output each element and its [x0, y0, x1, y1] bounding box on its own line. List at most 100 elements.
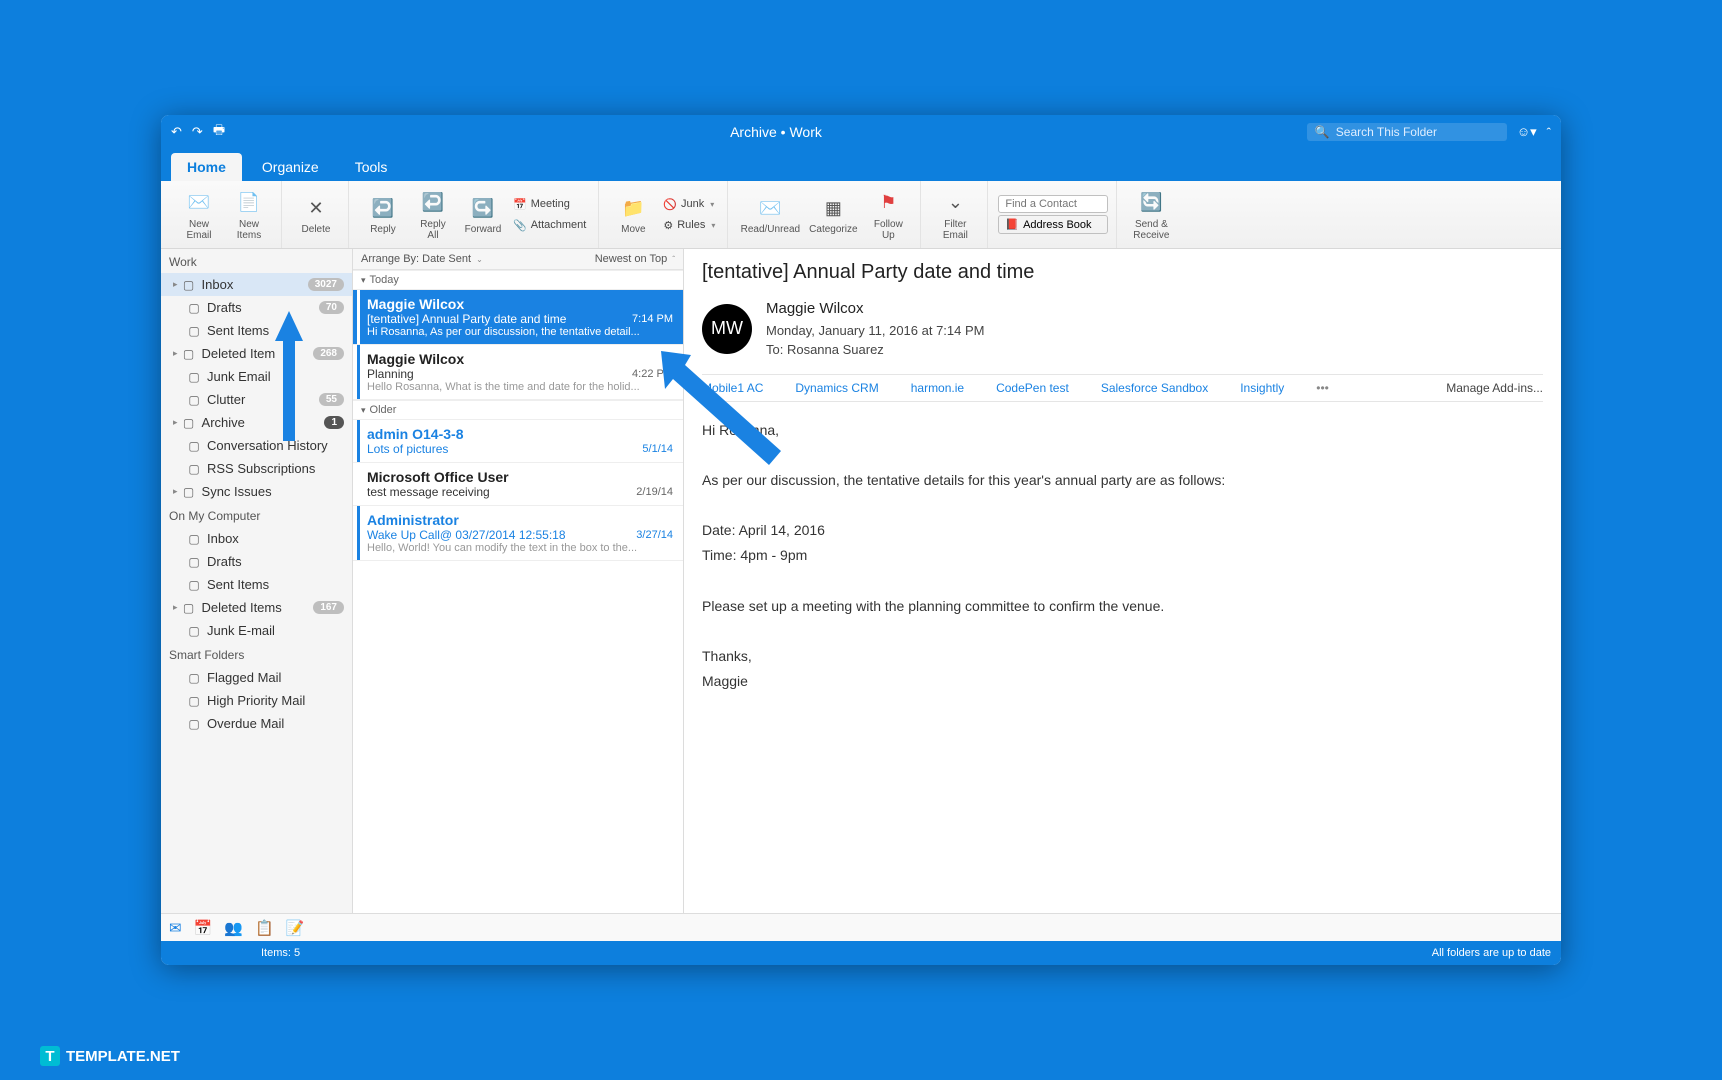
body-line: Please set up a meeting with the plannin… [702, 594, 1543, 619]
sidebar-item[interactable]: ▢Conversation History [161, 434, 352, 457]
calendar-view-icon[interactable]: 📅 [194, 919, 213, 937]
attachment-button[interactable]: 📎Attachment [509, 217, 590, 234]
sidebar-item[interactable]: ▸▢Archive1 [161, 411, 352, 434]
rules-button[interactable]: ⚙Rules▾ [659, 217, 719, 234]
delete-button[interactable]: ✕ Delete [292, 181, 340, 248]
sidebar-item[interactable]: ▢Inbox [161, 527, 352, 550]
follow-up-label: Follow Up [874, 219, 903, 241]
search-icon: 🔍 [1315, 125, 1330, 139]
message-item[interactable]: AdministratorWake Up Call@ 03/27/2014 12… [353, 506, 683, 561]
message-item[interactable]: Maggie Wilcox[tentative] Annual Party da… [353, 290, 683, 345]
sidebar-item[interactable]: ▸▢Inbox3027 [161, 273, 352, 296]
sidebar-item-label: Archive [202, 415, 245, 430]
new-items-button[interactable]: 📄 New Items [225, 181, 273, 248]
search-box[interactable]: 🔍 Search This Folder [1307, 123, 1507, 141]
message-subject: Wake Up Call@ 03/27/2014 12:55:18 [367, 528, 566, 542]
forward-button[interactable]: ↪️ Forward [459, 181, 507, 248]
addin-link[interactable]: CodePen test [996, 381, 1069, 395]
sidebar-section-work[interactable]: Work [161, 249, 352, 273]
body-line: Hi Rosanna, [702, 418, 1543, 443]
group-header[interactable]: ▾Today [353, 270, 683, 290]
sidebar-item[interactable]: ▢Flagged Mail [161, 666, 352, 689]
addin-link[interactable]: Insightly [1240, 381, 1284, 395]
arrange-by-button[interactable]: Arrange By: Date Sent ⌄ [361, 253, 483, 265]
send-receive-button[interactable]: 🔄 Send & Receive [1127, 181, 1175, 248]
tab-tools[interactable]: Tools [339, 153, 404, 181]
sidebar-item[interactable]: ▢Drafts70 [161, 296, 352, 319]
collapse-ribbon-icon[interactable]: ˆ [1547, 125, 1551, 140]
new-email-icon: ✉️ [185, 189, 213, 217]
message-time: 4:22 PM [632, 368, 673, 380]
categorize-label: Categorize [809, 224, 857, 235]
tab-organize[interactable]: Organize [246, 153, 335, 181]
addin-link[interactable]: Mobile1 AC [702, 381, 763, 395]
group-header[interactable]: ▾Older [353, 400, 683, 420]
sort-order-button[interactable]: Newest on Top ˆ [595, 253, 675, 265]
read-unread-button[interactable]: ✉️ Read/Unread [738, 181, 802, 248]
watermark: T TEMPLATE.NET [40, 1046, 180, 1066]
sidebar-item[interactable]: ▢Sent Items [161, 319, 352, 342]
print-icon[interactable]: 🖶 [213, 121, 225, 143]
message-item[interactable]: Maggie WilcoxPlanning4:22 PMHello Rosann… [353, 345, 683, 400]
rules-icon: ⚙ [663, 219, 673, 232]
new-email-button[interactable]: ✉️ New Email [175, 181, 223, 248]
tab-home[interactable]: Home [171, 153, 242, 181]
status-bar: Items: 5 All folders are up to date [161, 941, 1561, 965]
folder-icon: ▢ [182, 485, 196, 499]
sidebar-item-label: Drafts [207, 554, 242, 569]
manage-addins-link[interactable]: Manage Add-ins... [1446, 381, 1543, 395]
sidebar-item[interactable]: ▸▢Deleted Items167 [161, 596, 352, 619]
notes-view-icon[interactable]: 📝 [286, 919, 305, 937]
mail-view-icon[interactable]: ✉ [169, 919, 182, 937]
sidebar-item[interactable]: ▢Junk Email [161, 365, 352, 388]
message-from: Microsoft Office User [367, 469, 673, 485]
folder-icon: ▢ [187, 301, 201, 315]
categorize-icon: ▦ [819, 194, 847, 222]
chevron-right-icon: ▸ [173, 486, 178, 497]
folder-icon: ▢ [187, 370, 201, 384]
sidebar-item-label: Sent Items [207, 323, 269, 338]
sidebar-item[interactable]: ▢Junk E-mail [161, 619, 352, 642]
sidebar-section-omc[interactable]: On My Computer [161, 503, 352, 527]
titlebar: ↶ ↷ 🖶 Archive • Work 🔍 Search This Folde… [161, 115, 1561, 149]
redo-icon[interactable]: ↷ [192, 124, 203, 140]
meeting-button[interactable]: 📅Meeting [509, 196, 590, 213]
sidebar-item[interactable]: ▸▢Deleted Item268 [161, 342, 352, 365]
sidebar-item[interactable]: ▢Overdue Mail [161, 712, 352, 735]
tasks-view-icon[interactable]: 📋 [255, 919, 274, 937]
addins-more[interactable]: ••• [1316, 381, 1329, 395]
address-book-button[interactable]: 📕Address Book [998, 215, 1108, 234]
addin-link[interactable]: Salesforce Sandbox [1101, 381, 1208, 395]
follow-up-button[interactable]: ⚑ Follow Up [864, 181, 912, 248]
message-item[interactable]: admin O14-3-8Lots of pictures5/1/14 [353, 420, 683, 463]
sidebar-item-label: Sent Items [207, 577, 269, 592]
sidebar-item-label: Inbox [202, 277, 234, 292]
sidebar-item[interactable]: ▢Sent Items [161, 573, 352, 596]
sidebar-section-smart[interactable]: Smart Folders [161, 642, 352, 666]
undo-icon[interactable]: ↶ [171, 124, 182, 140]
sidebar-item[interactable]: ▢Clutter55 [161, 388, 352, 411]
window-title: Archive • Work [245, 124, 1307, 140]
reply-button[interactable]: ↩️ Reply [359, 181, 407, 248]
people-view-icon[interactable]: 👥 [224, 919, 243, 937]
find-contact-input[interactable] [998, 195, 1108, 213]
message-item[interactable]: Microsoft Office Usertest message receiv… [353, 463, 683, 506]
sidebar-item[interactable]: ▢Drafts [161, 550, 352, 573]
move-icon: 📁 [619, 194, 647, 222]
addins-bar: Mobile1 AC Dynamics CRM harmon.ie CodePen t… [702, 374, 1543, 402]
move-button[interactable]: 📁 Move [609, 181, 657, 248]
sidebar-item[interactable]: ▢RSS Subscriptions [161, 457, 352, 480]
sidebar-item[interactable]: ▢High Priority Mail [161, 689, 352, 712]
categorize-button[interactable]: ▦ Categorize [804, 181, 862, 248]
watermark-label: TEMPLATE.NET [66, 1048, 180, 1065]
reply-all-button[interactable]: ↩️ Reply All [409, 181, 457, 248]
send-receive-icon: 🔄 [1137, 189, 1165, 217]
addin-link[interactable]: harmon.ie [911, 381, 964, 395]
body-line [702, 443, 1543, 468]
addin-link[interactable]: Dynamics CRM [795, 381, 878, 395]
smiley-icon[interactable]: ☺▾ [1517, 124, 1537, 140]
sidebar-item-label: RSS Subscriptions [207, 461, 315, 476]
sidebar-item[interactable]: ▸▢Sync Issues [161, 480, 352, 503]
filter-email-button[interactable]: ⌄ Filter Email [931, 181, 979, 248]
junk-button[interactable]: 🚫Junk▾ [659, 196, 719, 213]
